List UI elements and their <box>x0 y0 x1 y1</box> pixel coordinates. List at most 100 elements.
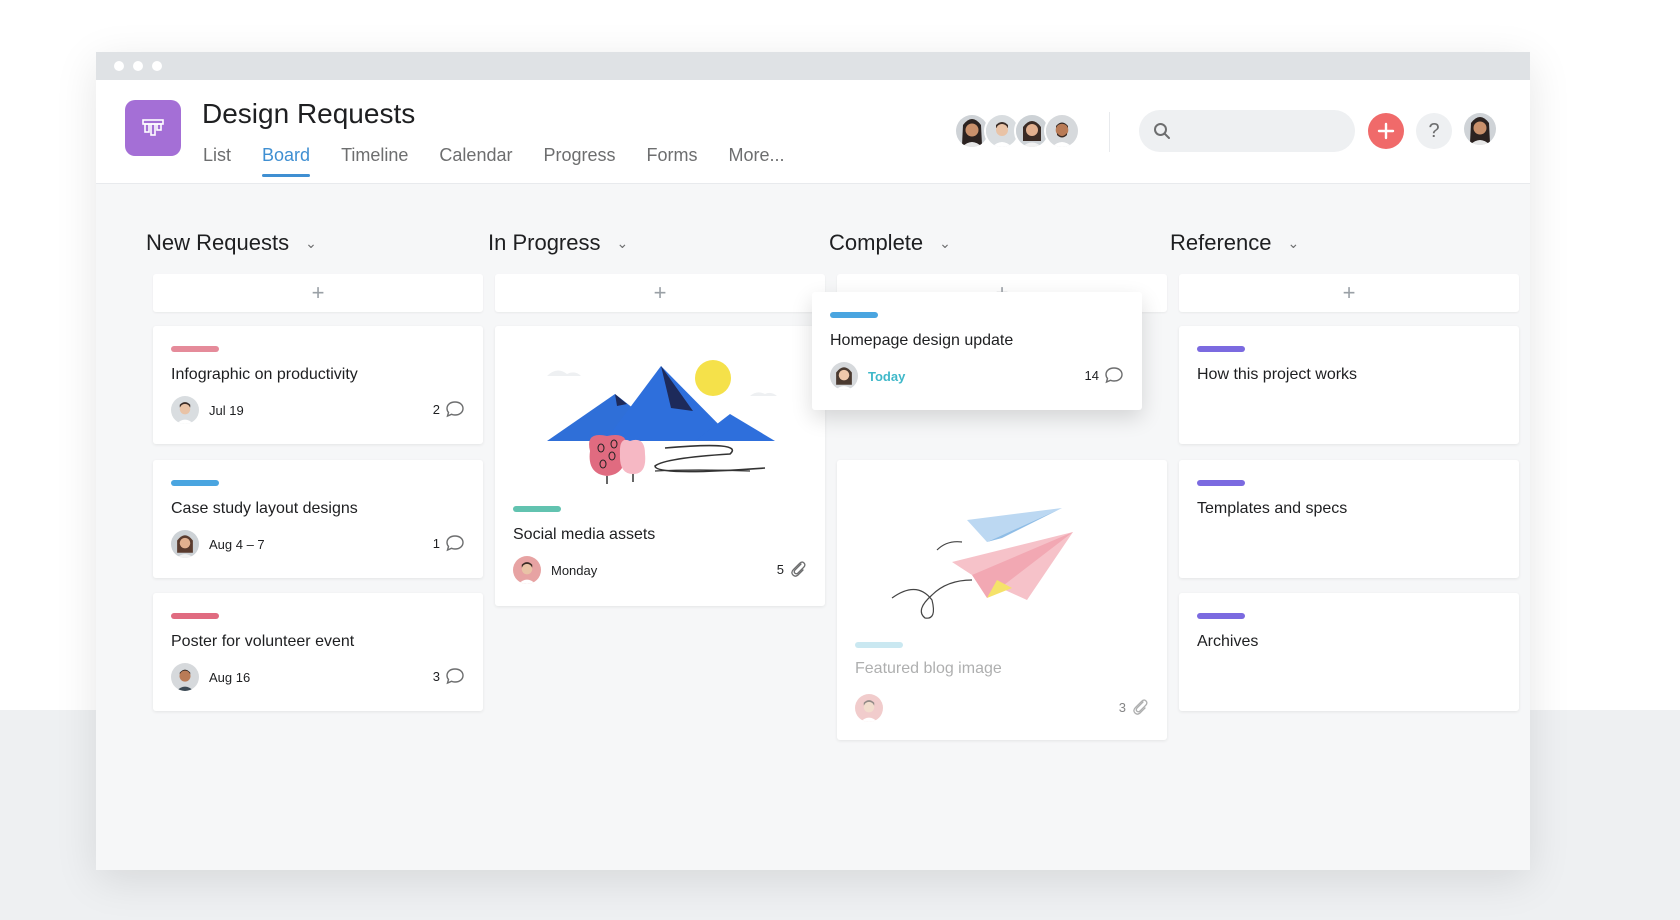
tag-bar <box>855 642 903 648</box>
comment-icon <box>446 535 464 552</box>
card-meta: Jul 19 <box>171 396 244 424</box>
current-user-avatar[interactable] <box>1464 113 1496 145</box>
search-bar[interactable] <box>1139 110 1355 152</box>
avatar[interactable] <box>830 362 858 390</box>
comment-count[interactable]: 1 <box>433 534 465 552</box>
tab-progress[interactable]: Progress <box>543 145 615 177</box>
tag-bar <box>171 346 219 352</box>
avatar[interactable] <box>855 694 883 722</box>
chevron-down-icon[interactable]: ⌄ <box>305 235 317 252</box>
comment-icon <box>446 668 464 685</box>
page-title: Design Requests <box>202 98 416 129</box>
avatar[interactable] <box>171 530 199 558</box>
card-title: Case study layout designs <box>171 500 358 517</box>
task-card[interactable]: Infographic on productivity Jul 19 2 <box>153 326 483 444</box>
task-card[interactable]: Templates and specs <box>1179 460 1519 578</box>
tag-bar <box>171 480 219 486</box>
tab-board[interactable]: Board <box>262 145 311 177</box>
project-header: Design Requests List Board Timeline Cale… <box>96 80 1530 184</box>
tag-bar <box>1197 480 1245 486</box>
help-button[interactable]: ? <box>1416 113 1452 149</box>
plus-icon <box>1377 122 1395 140</box>
comment-icon <box>1105 367 1123 384</box>
attachment-count[interactable]: 3 <box>1119 698 1149 716</box>
chevron-down-icon[interactable]: ⌄ <box>1288 235 1300 252</box>
column-title: In Progress <box>488 230 601 255</box>
mountain-illustration <box>547 360 777 484</box>
attachment-count-value: 3 <box>1118 699 1126 715</box>
tag-bar <box>830 312 878 318</box>
chevron-down-icon[interactable]: ⌄ <box>939 235 951 252</box>
window-dot <box>133 61 143 71</box>
tab-calendar[interactable]: Calendar <box>439 145 512 177</box>
dragged-task-card[interactable]: Homepage design update Today 14 <box>812 292 1142 410</box>
add-task-button[interactable]: + <box>153 274 483 312</box>
tab-list[interactable]: List <box>203 145 231 177</box>
paperclip-icon <box>791 561 806 577</box>
tab-forms[interactable]: Forms <box>647 145 698 177</box>
card-title: Archives <box>1197 633 1259 650</box>
comment-icon <box>446 401 464 418</box>
tab-more[interactable]: More... <box>729 145 785 177</box>
card-title: Social media assets <box>513 526 656 543</box>
board-icon[interactable] <box>125 100 181 156</box>
search-input[interactable] <box>1181 121 1345 141</box>
help-icon: ? <box>1428 119 1440 142</box>
window-chrome <box>96 52 1530 80</box>
tag-bar <box>1197 346 1245 352</box>
search-icon <box>1154 123 1170 139</box>
tab-timeline[interactable]: Timeline <box>341 145 408 177</box>
add-task-button[interactable]: + <box>495 274 825 312</box>
card-title: Infographic on productivity <box>171 366 358 383</box>
task-card[interactable]: Poster for volunteer event Aug 16 3 <box>153 593 483 711</box>
board-glyph-icon <box>142 119 164 136</box>
avatar[interactable] <box>513 556 541 584</box>
card-title: Featured blog image <box>855 660 1002 677</box>
card-meta: Aug 16 <box>171 663 250 691</box>
card-title: Poster for volunteer event <box>171 633 355 650</box>
due-date: Today <box>868 368 906 384</box>
card-meta: Aug 4 – 7 <box>171 530 265 558</box>
app-window: Design Requests List Board Timeline Cale… <box>96 52 1530 870</box>
avatar[interactable] <box>171 663 199 691</box>
card-title: How this project works <box>1197 366 1358 383</box>
card-meta: Monday <box>513 556 597 584</box>
card-meta: Today <box>830 362 905 390</box>
due-date: Monday <box>551 562 598 578</box>
column-header[interactable]: Complete ⌄ <box>829 230 951 256</box>
attachment-count[interactable]: 5 <box>777 560 807 578</box>
task-card[interactable]: Archives <box>1179 593 1519 711</box>
card-meta <box>855 694 883 722</box>
column-header[interactable]: New Requests ⌄ <box>146 230 317 256</box>
chevron-down-icon[interactable]: ⌄ <box>617 235 629 252</box>
column-title: Reference <box>1170 230 1272 255</box>
quick-add-button[interactable] <box>1368 113 1404 149</box>
attachment-count-value: 5 <box>776 561 784 577</box>
comment-count[interactable]: 3 <box>433 667 465 685</box>
task-card[interactable]: How this project works <box>1179 326 1519 444</box>
column-header[interactable]: Reference ⌄ <box>1170 230 1299 256</box>
task-card[interactable]: Featured blog image 3 <box>837 460 1167 740</box>
tag-bar <box>171 613 219 619</box>
comment-count[interactable]: 2 <box>433 400 465 418</box>
task-card[interactable]: Case study layout designs Aug 4 – 7 1 <box>153 460 483 578</box>
avatar[interactable] <box>171 396 199 424</box>
column-title: Complete <box>829 230 924 255</box>
project-members[interactable] <box>954 113 1080 149</box>
due-date: Aug 16 <box>209 669 251 685</box>
header-divider <box>1109 112 1110 152</box>
add-task-button[interactable]: + <box>1179 274 1519 312</box>
task-card[interactable]: Social media assets Monday 5 <box>495 326 825 606</box>
card-title: Homepage design update <box>830 332 1014 349</box>
paper-plane-illustration <box>891 508 1073 619</box>
column-header[interactable]: In Progress ⌄ <box>488 230 628 256</box>
due-date: Aug 4 – 7 <box>209 536 265 552</box>
card-title: Templates and specs <box>1197 500 1348 517</box>
avatar[interactable] <box>1044 113 1080 149</box>
project-tabs: List Board Timeline Calendar Progress Fo… <box>203 145 816 177</box>
window-dot <box>152 61 162 71</box>
tag-bar <box>513 506 561 512</box>
comment-count-value: 14 <box>1084 367 1099 383</box>
due-date: Jul 19 <box>209 402 244 418</box>
comment-count[interactable]: 14 <box>1085 366 1124 384</box>
